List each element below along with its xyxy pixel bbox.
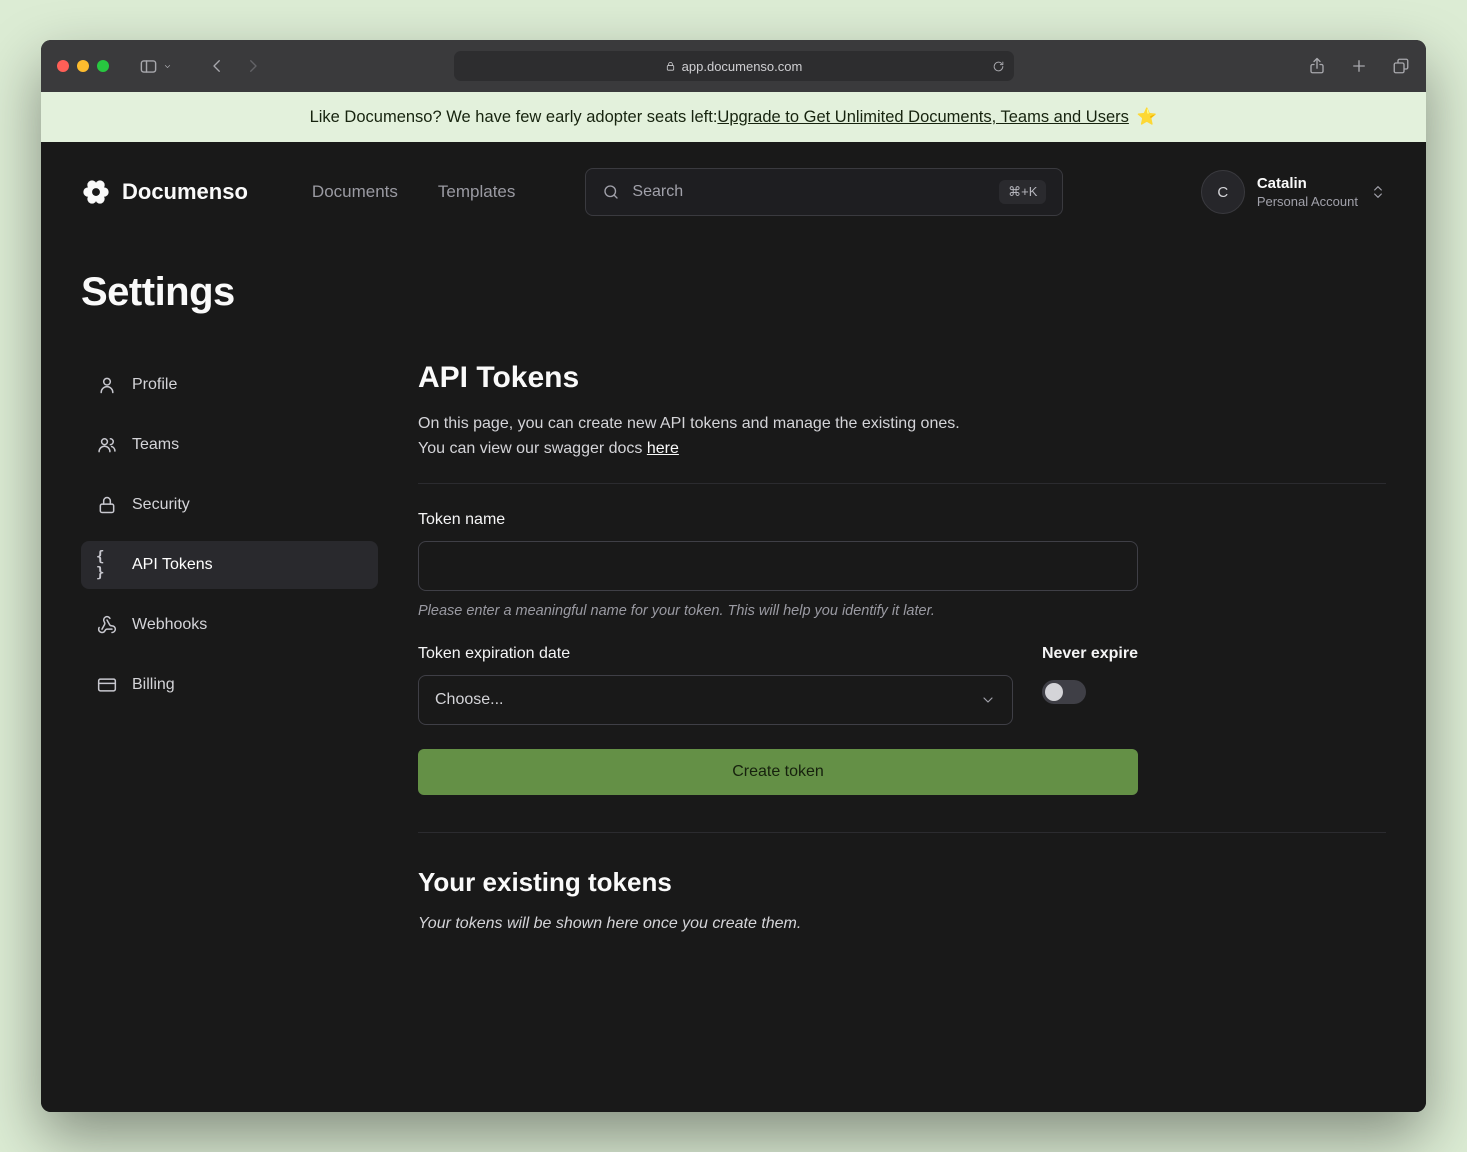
account-name: Catalin <box>1257 175 1358 192</box>
sidebar-item-profile[interactable]: Profile <box>81 361 378 409</box>
search-shortcut: ⌘+K <box>999 180 1046 204</box>
divider <box>418 483 1386 484</box>
chevron-right-icon <box>244 57 262 75</box>
url-text: app.documenso.com <box>682 59 803 74</box>
search-input[interactable]: Search ⌘+K <box>585 168 1063 216</box>
description-line1: On this page, you can create new API tok… <box>418 415 960 432</box>
traffic-lights <box>57 60 109 72</box>
never-expire-label: Never expire <box>1042 645 1138 663</box>
plus-icon <box>1350 57 1368 75</box>
sidebar-item-teams[interactable]: Teams <box>81 421 378 469</box>
create-token-button[interactable]: Create token <box>418 749 1138 795</box>
description-line2: You can view our swagger docs <box>418 440 647 457</box>
share-icon <box>1308 57 1326 75</box>
refresh-button[interactable] <box>992 60 1005 73</box>
expiration-selected-value: Choose... <box>435 691 503 709</box>
sidebar-toggle-button[interactable] <box>139 57 172 76</box>
upgrade-link[interactable]: Upgrade to Get Unlimited Documents, Team… <box>717 108 1128 127</box>
sidebar-item-label: Billing <box>132 676 175 694</box>
search-placeholder: Search <box>632 183 683 201</box>
nav-templates[interactable]: Templates <box>438 182 515 202</box>
sidebar-item-label: API Tokens <box>132 556 213 574</box>
existing-tokens-title: Your existing tokens <box>418 867 1386 898</box>
refresh-icon <box>992 60 1005 73</box>
zoom-window-button[interactable] <box>97 60 109 72</box>
expiration-select[interactable]: Choose... <box>418 675 1013 725</box>
never-expire-field: Never expire <box>1042 645 1138 725</box>
expiration-label: Token expiration date <box>418 645 1013 663</box>
expiration-field: Token expiration date Choose... <box>418 645 1013 725</box>
new-tab-button[interactable] <box>1350 57 1368 75</box>
webhook-icon <box>96 615 118 635</box>
browser-window: app.documenso.com Like Documenso? We hav… <box>41 40 1426 1112</box>
api-tokens-panel: API Tokens On this page, you can create … <box>418 361 1386 933</box>
tab-overview-button[interactable] <box>1392 57 1410 75</box>
sidebar-item-billing[interactable]: Billing <box>81 661 378 709</box>
browser-titlebar: app.documenso.com <box>41 40 1426 92</box>
tabs-icon <box>1392 57 1410 75</box>
sidebar-item-label: Security <box>132 496 190 514</box>
share-button[interactable] <box>1308 57 1326 75</box>
chevron-down-icon <box>163 62 172 71</box>
page-title: Settings <box>81 270 1386 315</box>
star-emoji: ⭐ <box>1137 108 1158 127</box>
url-bar[interactable]: app.documenso.com <box>454 51 1014 81</box>
sidebar-item-security[interactable]: Security <box>81 481 378 529</box>
main-nav: Documents Templates <box>312 182 515 202</box>
minimize-window-button[interactable] <box>77 60 89 72</box>
brand-name: Documenso <box>122 179 248 205</box>
documenso-logo-link[interactable]: Documenso <box>81 177 248 207</box>
expiration-row: Token expiration date Choose... Never ex… <box>418 645 1138 725</box>
sidebar-item-api-tokens[interactable]: { } API Tokens <box>81 541 378 589</box>
promo-banner: Like Documenso? We have few early adopte… <box>41 92 1426 142</box>
account-type: Personal Account <box>1257 194 1358 209</box>
settings-sidebar: Profile Teams Security <box>81 361 378 933</box>
sidebar-item-webhooks[interactable]: Webhooks <box>81 601 378 649</box>
nav-documents[interactable]: Documents <box>312 182 398 202</box>
sidebar-item-label: Profile <box>132 376 177 394</box>
toggle-knob <box>1045 683 1063 701</box>
documenso-logo-icon <box>81 177 111 207</box>
braces-icon: { } <box>96 549 118 581</box>
token-name-hint: Please enter a meaningful name for your … <box>418 603 1386 619</box>
sidebar-icon <box>139 57 158 76</box>
titlebar-right-actions <box>1308 57 1410 75</box>
lock-icon <box>96 495 118 515</box>
account-menu[interactable]: C Catalin Personal Account <box>1201 170 1386 214</box>
search-icon <box>602 183 620 201</box>
section-description: On this page, you can create new API tok… <box>418 411 1386 461</box>
close-window-button[interactable] <box>57 60 69 72</box>
sidebar-item-label: Webhooks <box>132 616 207 634</box>
existing-tokens-empty-text: Your tokens will be shown here once you … <box>418 915 1386 933</box>
token-name-label: Token name <box>418 511 1386 529</box>
swagger-docs-link[interactable]: here <box>647 440 679 457</box>
settings-page: Settings Profile Teams <box>41 270 1426 933</box>
documenso-app: Documenso Documents Templates Search ⌘+K… <box>41 142 1426 1112</box>
lock-icon <box>665 61 676 72</box>
sidebar-item-label: Teams <box>132 436 179 454</box>
forward-button[interactable] <box>244 57 262 75</box>
user-icon <box>96 375 118 395</box>
never-expire-toggle[interactable] <box>1042 680 1086 704</box>
back-button[interactable] <box>208 57 226 75</box>
chevron-down-icon <box>980 692 996 708</box>
chevrons-up-down-icon <box>1370 184 1386 200</box>
section-title: API Tokens <box>418 361 1386 395</box>
app-header: Documenso Documents Templates Search ⌘+K… <box>41 142 1426 238</box>
token-name-input[interactable] <box>418 541 1138 591</box>
divider <box>418 832 1386 833</box>
avatar: C <box>1201 170 1245 214</box>
credit-card-icon <box>96 675 118 695</box>
users-icon <box>96 435 118 455</box>
chevron-left-icon <box>208 57 226 75</box>
promo-text: Like Documenso? We have few early adopte… <box>310 108 718 127</box>
